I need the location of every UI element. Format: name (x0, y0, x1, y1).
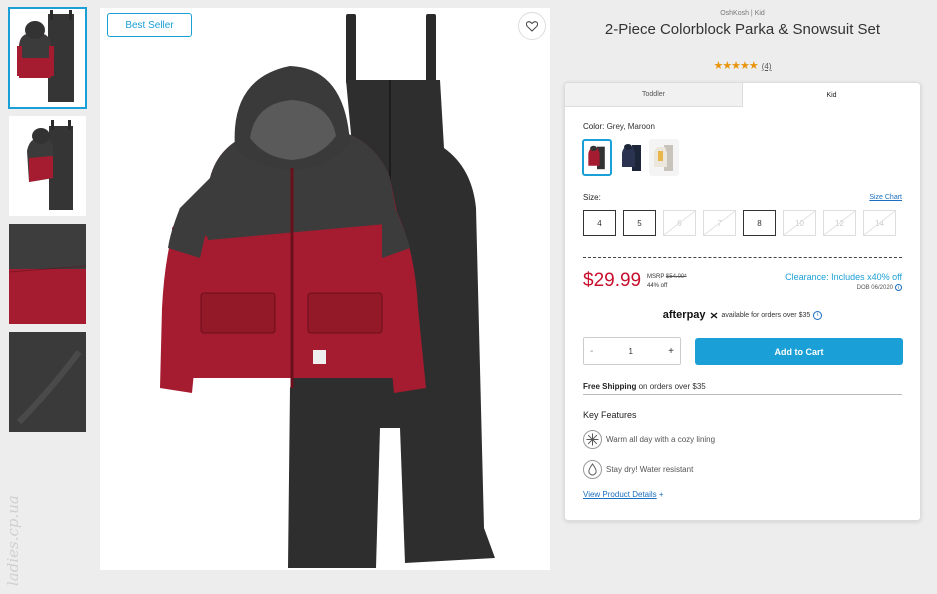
msrp: MSRP $54.00* 44% off (647, 274, 687, 289)
star-rating-icon: ★★★★★ (713, 60, 758, 72)
svg-text:ladies.cp.ua: ladies.cp.ua (4, 495, 22, 586)
watermark: ladies.cp.ua (4, 495, 22, 586)
info-icon[interactable]: i (895, 284, 902, 291)
size-option-unavailable: 6 (663, 210, 696, 236)
key-features-title: Key Features (583, 410, 637, 420)
tab-kid[interactable]: Kid (743, 83, 920, 107)
increase-quantity-button[interactable]: + (668, 346, 674, 357)
afterpay-message: afterpay available for orders over $35 i (565, 309, 920, 321)
quantity-value[interactable]: 1 (629, 347, 633, 356)
water-drop-icon (583, 460, 602, 479)
msrp-value: $54.00* (665, 274, 687, 280)
size-option-unavailable: 12 (823, 210, 856, 236)
afterpay-logo: afterpay (662, 309, 706, 321)
best-seller-badge: Best Seller (107, 13, 192, 37)
color-label: Color: Grey, Maroon (583, 122, 655, 131)
rating: ★★★★★ (4) (565, 59, 920, 72)
age-tabs: Toddler Kid (565, 83, 920, 107)
divider (583, 257, 902, 258)
brand-breadcrumb: OshKosh | Kid (720, 10, 765, 17)
size-option[interactable]: 4 (583, 210, 616, 236)
snowflake-icon (583, 430, 602, 449)
feature-item: Stay dry! Water resistant (583, 460, 693, 479)
view-product-details-link[interactable]: View Product Details + (583, 490, 664, 499)
dob-note: DOB 06/2020 i (857, 284, 902, 291)
shipping-note: Free Shipping on orders over $35 (583, 382, 706, 391)
swatch-grey-maroon[interactable] (582, 139, 612, 176)
thumbnail-2[interactable] (9, 116, 86, 216)
thumbnail-3[interactable] (9, 224, 86, 324)
product-title: 2-Piece Colorblock Parka & Snowsuit Set (604, 21, 881, 38)
discount-percent: 44% off (647, 283, 668, 289)
decrease-quantity-button[interactable]: - (590, 346, 593, 357)
product-photo (160, 14, 495, 568)
info-icon[interactable]: i (813, 310, 823, 320)
size-option[interactable]: 8 (743, 210, 776, 236)
main-product-image: Best Seller (100, 8, 550, 570)
color-value: Grey, Maroon (606, 122, 655, 131)
size-option-unavailable: 7 (703, 210, 736, 236)
clearance-note: Clearance: Includes x40% off (785, 272, 902, 282)
size-option-unavailable: 14 (863, 210, 896, 236)
afterpay-loop-icon (710, 312, 717, 318)
size-chart-link[interactable]: Size Chart (869, 194, 902, 201)
quantity-stepper: - 1 + (583, 337, 681, 365)
size-label: Size: (583, 193, 601, 202)
thumbnail-1[interactable] (8, 7, 87, 109)
favorite-button[interactable] (518, 12, 546, 40)
add-to-cart-button[interactable]: Add to Cart (695, 338, 903, 365)
swatch-cream[interactable] (649, 139, 679, 176)
tab-toddler[interactable]: Toddler (565, 83, 743, 107)
feature-item: Warm all day with a cozy lining (583, 430, 715, 449)
sale-price: $29.99 (583, 270, 642, 291)
swatch-navy[interactable] (617, 139, 647, 176)
size-option-unavailable: 10 (783, 210, 816, 236)
thumbnail-4[interactable] (9, 332, 86, 432)
heart-icon (526, 20, 538, 32)
product-options-card: Toddler Kid Color: Grey, Maroon Size: Si… (564, 82, 921, 521)
size-option[interactable]: 5 (623, 210, 656, 236)
review-count-link[interactable]: (4) (762, 62, 772, 71)
divider (583, 394, 902, 395)
